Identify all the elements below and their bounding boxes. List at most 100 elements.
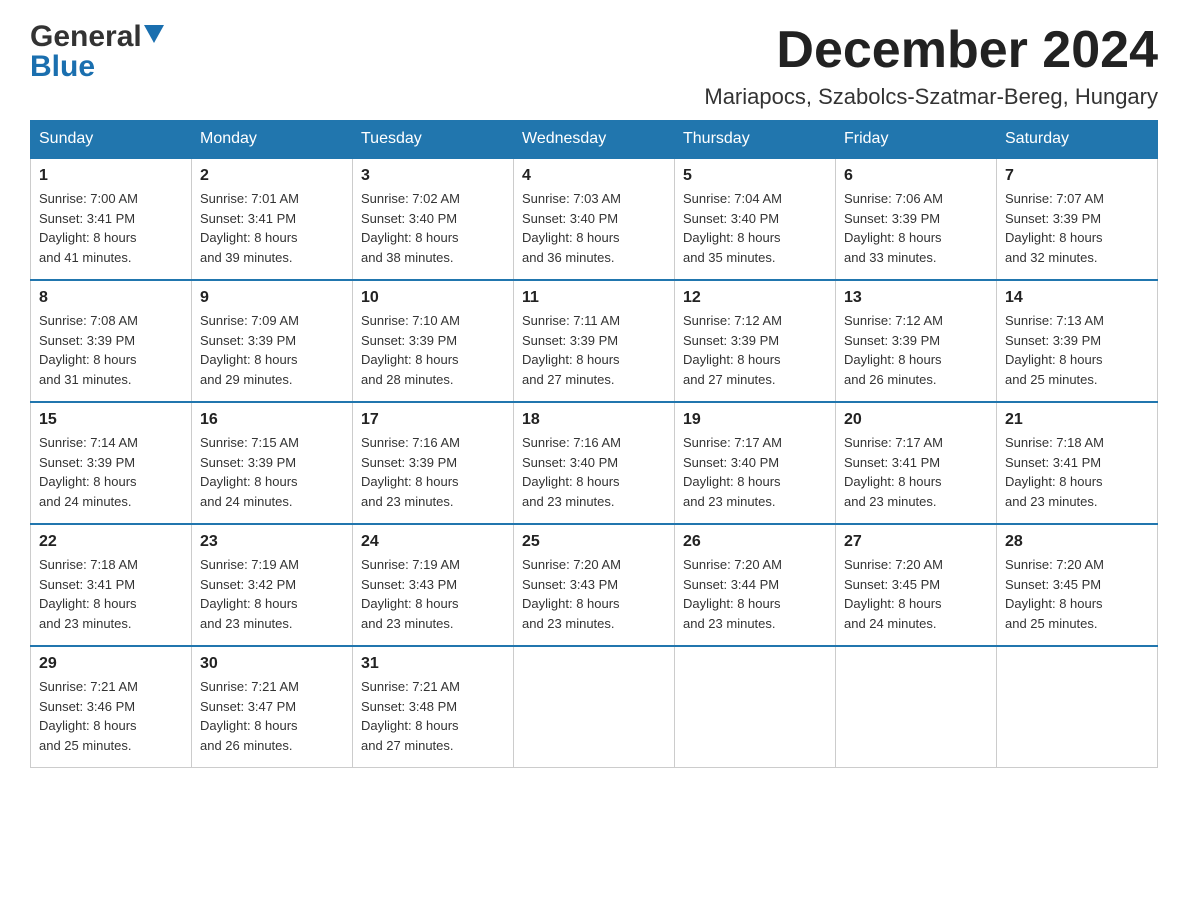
day-info: Sunrise: 7:20 AMSunset: 3:44 PMDaylight:… (683, 555, 827, 633)
logo: General Blue (30, 20, 164, 84)
day-info: Sunrise: 7:02 AMSunset: 3:40 PMDaylight:… (361, 189, 505, 267)
day-number: 11 (522, 289, 666, 307)
day-info: Sunrise: 7:21 AMSunset: 3:48 PMDaylight:… (361, 677, 505, 755)
calendar-day-cell: 6Sunrise: 7:06 AMSunset: 3:39 PMDaylight… (836, 159, 997, 281)
calendar-day-cell: 8Sunrise: 7:08 AMSunset: 3:39 PMDaylight… (31, 280, 192, 402)
calendar-day-cell: 27Sunrise: 7:20 AMSunset: 3:45 PMDayligh… (836, 524, 997, 646)
calendar-day-cell: 30 Sunrise: 7:21 AMSunset: 3:47 PMDayligh… (192, 646, 353, 768)
day-number: 5 (683, 167, 827, 185)
calendar-day-cell: 12 Sunrise: 7:12 AMSunset: 3:39 PMDayligh… (675, 280, 836, 402)
day-info: Sunrise: 7:18 AMSunset: 3:41 PMDaylight:… (1005, 433, 1149, 511)
day-info: Sunrise: 7:12 AMSunset: 3:39 PMDaylight:… (683, 311, 827, 389)
day-info: Sunrise: 7:16 AMSunset: 3:39 PMDaylight:… (361, 433, 505, 511)
calendar-day-cell: 2Sunrise: 7:01 AMSunset: 3:41 PMDaylight… (192, 159, 353, 281)
day-number: 25 (522, 533, 666, 551)
day-info: Sunrise: 7:04 AMSunset: 3:40 PMDaylight:… (683, 189, 827, 267)
header-friday: Friday (836, 120, 997, 159)
day-number: 3 (361, 167, 505, 185)
day-info: Sunrise: 7:21 AMSunset: 3:46 PMDaylight:… (39, 677, 183, 755)
calendar-day-cell: 1 Sunrise: 7:00 AMSunset: 3:41 PMDaylight… (31, 159, 192, 281)
day-info: Sunrise: 7:13 AMSunset: 3:39 PMDaylight:… (1005, 311, 1149, 389)
header-monday: Monday (192, 120, 353, 159)
day-info: Sunrise: 7:03 AMSunset: 3:40 PMDaylight:… (522, 189, 666, 267)
calendar-day-cell: 29 Sunrise: 7:21 AMSunset: 3:46 PMDayligh… (31, 646, 192, 768)
location-title: Mariapocs, Szabolcs-Szatmar-Bereg, Hunga… (704, 84, 1158, 110)
logo-blue-text: Blue (30, 50, 95, 84)
day-number: 17 (361, 411, 505, 429)
calendar-day-cell: 20 Sunrise: 7:17 AMSunset: 3:41 PMDayligh… (836, 402, 997, 524)
title-section: December 2024 Mariapocs, Szabolcs-Szatma… (704, 20, 1158, 110)
day-info: Sunrise: 7:20 AMSunset: 3:45 PMDaylight:… (844, 555, 988, 633)
header-saturday: Saturday (997, 120, 1158, 159)
day-info: Sunrise: 7:17 AMSunset: 3:41 PMDaylight:… (844, 433, 988, 511)
header-tuesday: Tuesday (353, 120, 514, 159)
calendar-day-cell: 26 Sunrise: 7:20 AMSunset: 3:44 PMDayligh… (675, 524, 836, 646)
header-sunday: Sunday (31, 120, 192, 159)
calendar-day-cell: 25 Sunrise: 7:20 AMSunset: 3:43 PMDayligh… (514, 524, 675, 646)
day-number: 16 (200, 411, 344, 429)
day-info: Sunrise: 7:17 AMSunset: 3:40 PMDaylight:… (683, 433, 827, 511)
month-title: December 2024 (704, 20, 1158, 80)
calendar-day-cell: 21Sunrise: 7:18 AMSunset: 3:41 PMDayligh… (997, 402, 1158, 524)
calendar-week-row: 15 Sunrise: 7:14 AMSunset: 3:39 PMDayligh… (31, 402, 1158, 524)
calendar-day-cell: 18 Sunrise: 7:16 AMSunset: 3:40 PMDayligh… (514, 402, 675, 524)
day-info: Sunrise: 7:19 AMSunset: 3:43 PMDaylight:… (361, 555, 505, 633)
calendar-week-row: 22Sunrise: 7:18 AMSunset: 3:41 PMDayligh… (31, 524, 1158, 646)
day-number: 10 (361, 289, 505, 307)
calendar-day-cell: 16Sunrise: 7:15 AMSunset: 3:39 PMDayligh… (192, 402, 353, 524)
calendar-week-row: 29 Sunrise: 7:21 AMSunset: 3:46 PMDayligh… (31, 646, 1158, 768)
day-info: Sunrise: 7:21 AMSunset: 3:47 PMDaylight:… (200, 677, 344, 755)
day-number: 14 (1005, 289, 1149, 307)
day-info: Sunrise: 7:12 AMSunset: 3:39 PMDaylight:… (844, 311, 988, 389)
calendar-day-cell: 23 Sunrise: 7:19 AMSunset: 3:42 PMDayligh… (192, 524, 353, 646)
calendar-day-cell (675, 646, 836, 768)
day-info: Sunrise: 7:20 AMSunset: 3:43 PMDaylight:… (522, 555, 666, 633)
header-thursday: Thursday (675, 120, 836, 159)
day-number: 31 (361, 655, 505, 673)
day-number: 30 (200, 655, 344, 673)
day-info: Sunrise: 7:11 AMSunset: 3:39 PMDaylight:… (522, 311, 666, 389)
calendar-day-cell: 10 Sunrise: 7:10 AMSunset: 3:39 PMDayligh… (353, 280, 514, 402)
day-number: 18 (522, 411, 666, 429)
calendar-day-cell: 13Sunrise: 7:12 AMSunset: 3:39 PMDayligh… (836, 280, 997, 402)
calendar-week-row: 8Sunrise: 7:08 AMSunset: 3:39 PMDaylight… (31, 280, 1158, 402)
day-number: 7 (1005, 167, 1149, 185)
day-number: 20 (844, 411, 988, 429)
calendar-day-cell: 3 Sunrise: 7:02 AMSunset: 3:40 PMDaylight… (353, 159, 514, 281)
day-info: Sunrise: 7:19 AMSunset: 3:42 PMDaylight:… (200, 555, 344, 633)
calendar-header-row: Sunday Monday Tuesday Wednesday Thursday… (31, 120, 1158, 159)
calendar-day-cell: 5 Sunrise: 7:04 AMSunset: 3:40 PMDaylight… (675, 159, 836, 281)
calendar-day-cell: 28Sunrise: 7:20 AMSunset: 3:45 PMDayligh… (997, 524, 1158, 646)
day-number: 26 (683, 533, 827, 551)
day-number: 1 (39, 167, 183, 185)
logo-triangle-icon (144, 25, 164, 50)
day-info: Sunrise: 7:09 AMSunset: 3:39 PMDaylight:… (200, 311, 344, 389)
day-info: Sunrise: 7:00 AMSunset: 3:41 PMDaylight:… (39, 189, 183, 267)
calendar-day-cell: 19 Sunrise: 7:17 AMSunset: 3:40 PMDayligh… (675, 402, 836, 524)
day-number: 9 (200, 289, 344, 307)
calendar-day-cell: 15 Sunrise: 7:14 AMSunset: 3:39 PMDayligh… (31, 402, 192, 524)
logo-general-text: General (30, 20, 142, 54)
day-info: Sunrise: 7:16 AMSunset: 3:40 PMDaylight:… (522, 433, 666, 511)
day-info: Sunrise: 7:06 AMSunset: 3:39 PMDaylight:… (844, 189, 988, 267)
calendar-day-cell: 9 Sunrise: 7:09 AMSunset: 3:39 PMDaylight… (192, 280, 353, 402)
calendar-day-cell: 24Sunrise: 7:19 AMSunset: 3:43 PMDayligh… (353, 524, 514, 646)
day-number: 12 (683, 289, 827, 307)
day-number: 4 (522, 167, 666, 185)
day-info: Sunrise: 7:18 AMSunset: 3:41 PMDaylight:… (39, 555, 183, 633)
calendar-day-cell: 31 Sunrise: 7:21 AMSunset: 3:48 PMDayligh… (353, 646, 514, 768)
day-info: Sunrise: 7:08 AMSunset: 3:39 PMDaylight:… (39, 311, 183, 389)
day-number: 19 (683, 411, 827, 429)
day-info: Sunrise: 7:10 AMSunset: 3:39 PMDaylight:… (361, 311, 505, 389)
header-wednesday: Wednesday (514, 120, 675, 159)
day-info: Sunrise: 7:20 AMSunset: 3:45 PMDaylight:… (1005, 555, 1149, 633)
day-number: 15 (39, 411, 183, 429)
day-info: Sunrise: 7:07 AMSunset: 3:39 PMDaylight:… (1005, 189, 1149, 267)
day-number: 29 (39, 655, 183, 673)
calendar-day-cell: 4 Sunrise: 7:03 AMSunset: 3:40 PMDaylight… (514, 159, 675, 281)
day-number: 2 (200, 167, 344, 185)
day-number: 23 (200, 533, 344, 551)
calendar-table: Sunday Monday Tuesday Wednesday Thursday… (30, 120, 1158, 768)
calendar-day-cell: 11 Sunrise: 7:11 AMSunset: 3:39 PMDayligh… (514, 280, 675, 402)
day-info: Sunrise: 7:14 AMSunset: 3:39 PMDaylight:… (39, 433, 183, 511)
